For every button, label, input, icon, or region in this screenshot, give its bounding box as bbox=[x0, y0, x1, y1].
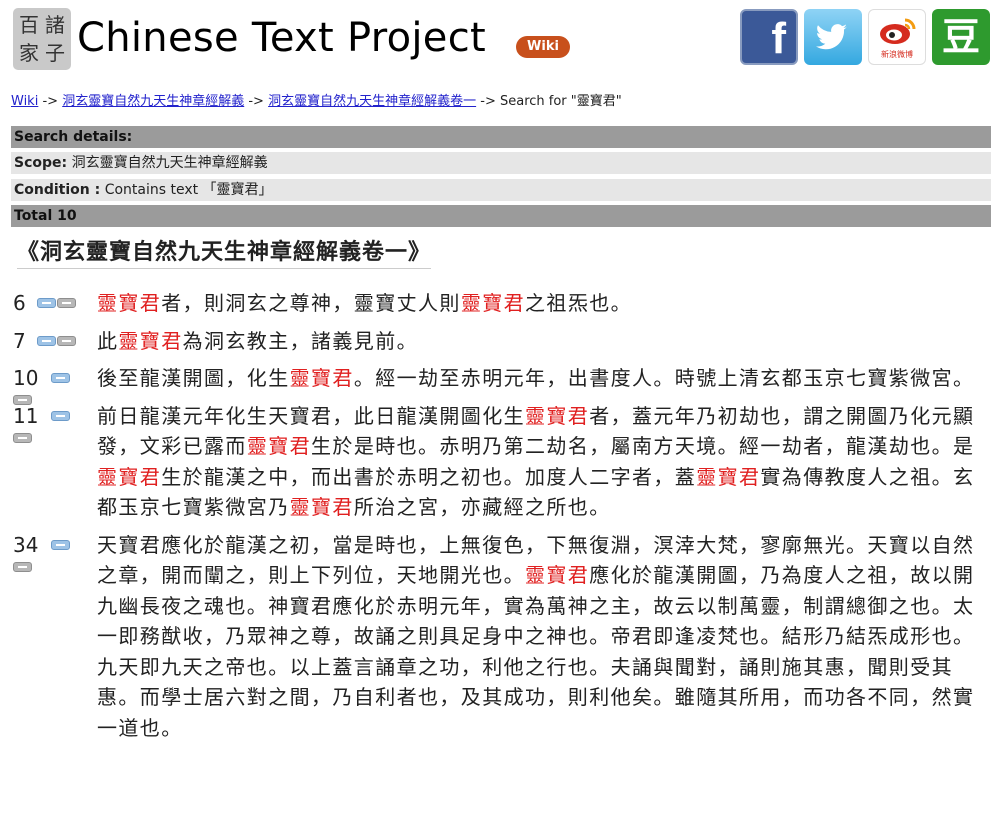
breadcrumb-separator: -> bbox=[480, 94, 496, 109]
scope-label: Scope: bbox=[14, 155, 68, 171]
scope-value: 洞玄靈寶自然九天生神章經解義 bbox=[71, 155, 268, 171]
breadcrumb-link-chapter[interactable]: 洞玄靈寶自然九天生神章經解義卷一 bbox=[268, 94, 476, 109]
breadcrumb: Wiki -> 洞玄靈寶自然九天生神章經解義 -> 洞玄靈寶自然九天生神章經解義… bbox=[11, 90, 622, 109]
weibo-share-button[interactable]: 新浪微博 bbox=[868, 9, 926, 65]
chapter-title-link[interactable]: 《洞玄靈寶自然九天生神章經解義卷一》 bbox=[17, 234, 432, 269]
site-logo[interactable]: 百 諸 家 子 bbox=[13, 8, 71, 70]
search-details-heading: Search details: bbox=[11, 126, 991, 148]
logo-char: 家 bbox=[19, 41, 39, 65]
parallel-passages-icon[interactable] bbox=[51, 410, 70, 421]
result-number-link[interactable]: 11 bbox=[13, 401, 38, 431]
dictionary-icon[interactable] bbox=[13, 561, 32, 572]
douban-share-button[interactable]: 豆 bbox=[932, 9, 990, 65]
search-match-highlight: 靈寶君 bbox=[525, 563, 590, 587]
result-text: 此靈寶君為洞玄教主，諸義見前。 bbox=[97, 328, 419, 353]
condition-value: Contains text 「靈寶君」 bbox=[104, 182, 273, 198]
result-number-link[interactable]: 7 bbox=[13, 326, 26, 356]
breadcrumb-link-wiki[interactable]: Wiki bbox=[11, 94, 38, 109]
breadcrumb-separator: -> bbox=[248, 94, 264, 109]
search-match-highlight: 靈寶君 bbox=[289, 495, 354, 519]
weibo-caption: 新浪微博 bbox=[881, 50, 913, 59]
search-total: Total 10 bbox=[11, 205, 991, 227]
facebook-icon: f bbox=[771, 14, 786, 63]
parallel-passages-icon[interactable] bbox=[51, 373, 70, 383]
search-match-highlight: 靈寶君 bbox=[118, 328, 183, 353]
result-number-link[interactable]: 10 bbox=[13, 363, 38, 393]
weibo-icon bbox=[880, 18, 916, 44]
result-item: 6 靈寶君者，則洞玄之尊神，靈寶丈人則靈寶君之祖炁也。 bbox=[0, 288, 1000, 319]
result-text: 前日龍漢元年化生天寶君，此日龍漢開圖化生靈寶君者，蓋元年乃初劫也，謂之開圖乃化元… bbox=[97, 403, 975, 520]
result-number-link[interactable]: 34 bbox=[13, 530, 38, 560]
result-text: 後至龍漢開圖，化生靈寶君。經一劫至赤明元年，出書度人。時號上清玄都玉京七寶紫微宮… bbox=[97, 366, 975, 390]
result-text: 靈寶君者，則洞玄之尊神，靈寶丈人則靈寶君之祖炁也。 bbox=[97, 291, 633, 315]
condition-label: Condition : bbox=[14, 182, 101, 198]
search-match-highlight: 靈寶君 bbox=[97, 291, 162, 315]
result-number-link[interactable]: 6 bbox=[13, 288, 26, 318]
result-item: 10 後至龍漢開圖，化生靈寶君。經一劫至赤明元年，出書度人。時號上清玄都玉京七寶紫… bbox=[0, 363, 1000, 405]
search-condition-row: Condition : Contains text 「靈寶君」 bbox=[11, 179, 991, 201]
parallel-passages-icon[interactable] bbox=[51, 539, 70, 550]
search-scope-row: Scope: 洞玄靈寶自然九天生神章經解義 bbox=[11, 152, 991, 174]
parallel-passages-icon[interactable] bbox=[37, 335, 56, 346]
result-item: 7 此靈寶君為洞玄教主，諸義見前。 bbox=[0, 326, 1000, 357]
twitter-share-button[interactable] bbox=[804, 9, 862, 65]
logo-char: 諸 bbox=[45, 13, 65, 37]
site-title[interactable]: Chinese Text Project bbox=[77, 10, 486, 66]
search-match-highlight: 靈寶君 bbox=[246, 434, 312, 458]
site-header: 百 諸 家 子 Chinese Text Project Wiki f 新浪微博… bbox=[0, 0, 1000, 80]
douban-icon: 豆 bbox=[941, 15, 980, 59]
breadcrumb-link-book[interactable]: 洞玄靈寶自然九天生神章經解義 bbox=[62, 94, 244, 109]
dictionary-icon[interactable] bbox=[13, 432, 32, 443]
search-match-highlight: 靈寶君 bbox=[696, 464, 761, 489]
breadcrumb-current: Search for "靈寶君" bbox=[499, 94, 622, 109]
search-match-highlight: 靈寶君 bbox=[525, 403, 590, 428]
parallel-passages-icon[interactable] bbox=[37, 298, 56, 308]
result-text: 天寶君應化於龍漢之初，當是時也，上無復色，下無復淵，溟涬大梵，寥廓無光。天寶以自… bbox=[97, 532, 975, 740]
facebook-share-button[interactable]: f bbox=[740, 9, 798, 65]
search-match-highlight: 靈寶君 bbox=[97, 464, 162, 489]
result-item: 11 前日龍漢元年化生天寶君，此日龍漢開圖化生靈寶君者，蓋元年乃初劫也，謂之開圖乃… bbox=[0, 401, 1000, 523]
logo-char: 百 bbox=[19, 13, 39, 37]
search-match-highlight: 靈寶君 bbox=[460, 291, 526, 315]
logo-char: 子 bbox=[45, 41, 65, 65]
breadcrumb-separator: -> bbox=[42, 94, 59, 109]
wiki-badge[interactable]: Wiki bbox=[516, 36, 570, 58]
results-list: 6 靈寶君者，則洞玄之尊神，靈寶丈人則靈寶君之祖炁也。 7 此靈寶君為洞玄教主，諸義見… bbox=[0, 288, 1000, 750]
result-item: 34 天寶君應化於龍漢之初，當是時也，上無復色，下無復淵，溟涬大梵，寥廓無光。天寶… bbox=[0, 530, 1000, 744]
search-match-highlight: 靈寶君 bbox=[289, 366, 354, 390]
twitter-bird-icon bbox=[816, 24, 847, 50]
dictionary-icon[interactable] bbox=[57, 335, 76, 346]
dictionary-icon[interactable] bbox=[57, 298, 76, 308]
